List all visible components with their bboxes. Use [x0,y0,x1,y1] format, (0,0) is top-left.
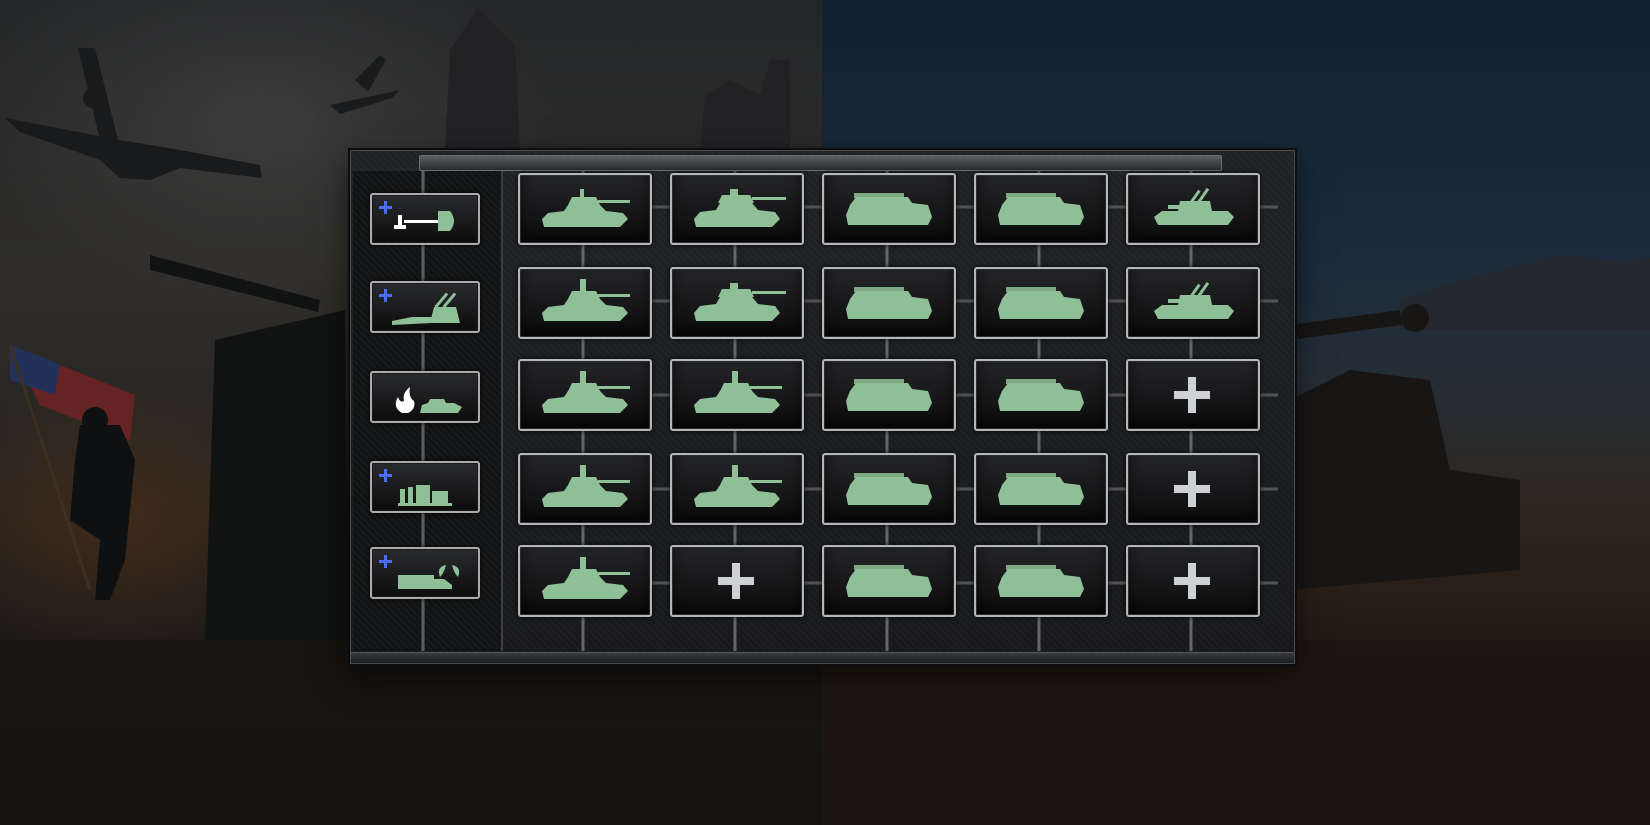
category-button[interactable] [370,281,480,333]
unit-slot[interactable] [974,359,1108,431]
add-unit-slot[interactable] [1126,545,1260,617]
command-tank-icon [542,557,630,599]
supply-truck-icon [379,555,460,589]
unit-slot[interactable] [670,453,804,525]
category-button[interactable] [370,461,480,513]
unit-slot[interactable] [974,267,1108,339]
unit-slot[interactable] [822,359,956,431]
halftrack-icon [998,193,1084,225]
halftrack-icon [846,287,932,319]
plus-badge-icon [379,289,392,302]
unit-slot[interactable] [822,545,956,617]
command-tank-icon [694,465,782,507]
add-slot-icon [1174,471,1210,507]
unit-slot[interactable] [974,173,1108,245]
unit-slot[interactable] [974,545,1108,617]
unit-selection-panel [350,150,1295,664]
halftrack-icon [998,379,1084,411]
soldier-with-flag-icon [8,344,135,600]
supply-crates-icon [379,469,452,506]
plus-badge-icon [379,469,392,482]
unit-slot[interactable] [1126,267,1260,339]
add-slot-icon [1174,377,1210,413]
tank-silhouette-icon [150,255,350,640]
unit-slot[interactable] [1126,173,1260,245]
unit-slot[interactable] [518,359,652,431]
halftrack-icon [846,473,932,505]
shovel-icon [379,201,454,231]
halftrack-icon [846,379,932,411]
unit-grid [518,171,1278,651]
panel-top-rail [419,155,1222,171]
add-unit-slot[interactable] [670,545,804,617]
unit-slot[interactable] [670,267,804,339]
ruined-tower-icon [445,8,790,150]
anti-air-gun-icon [379,289,460,325]
add-unit-slot[interactable] [1126,359,1260,431]
halftrack-icon [998,473,1084,505]
unit-slot[interactable] [518,173,652,245]
unit-slot[interactable] [518,453,652,525]
unit-slot[interactable] [518,267,652,339]
command-tank-icon [542,371,630,413]
halftrack-icon [998,565,1084,597]
halftrack-icon [998,287,1084,319]
heavy-tank-icon [694,283,786,321]
category-button[interactable] [370,193,480,245]
unit-slot[interactable] [670,359,804,431]
add-slot-icon [718,563,754,599]
heavy-tank-silhouette-icon [1290,304,1520,590]
fighter-plane-icon [5,48,262,180]
add-unit-slot[interactable] [1126,453,1260,525]
command-tank-icon [694,371,782,413]
unit-slot[interactable] [670,173,804,245]
medium-tank-icon [542,189,630,227]
halftrack-icon [846,565,932,597]
plus-badge-icon [379,201,392,214]
unit-slot[interactable] [822,173,956,245]
halftrack-icon [846,193,932,225]
panel-bottom-rail [351,652,1294,663]
category-button[interactable] [370,547,480,599]
unit-slot[interactable] [518,545,652,617]
plus-badge-icon [379,555,392,568]
flame-tank-icon [395,387,462,413]
category-button[interactable] [370,371,480,423]
unit-slot[interactable] [974,453,1108,525]
unit-slot[interactable] [822,453,956,525]
command-tank-icon [542,279,630,321]
unit-slot[interactable] [822,267,956,339]
heavy-tank-icon [694,189,786,227]
fighter-plane-icon [330,55,400,114]
aa-vehicle-icon [1154,281,1234,319]
command-tank-icon [542,465,630,507]
category-sidebar [353,171,503,651]
add-slot-icon [1174,563,1210,599]
aa-vehicle-icon [1154,187,1234,225]
